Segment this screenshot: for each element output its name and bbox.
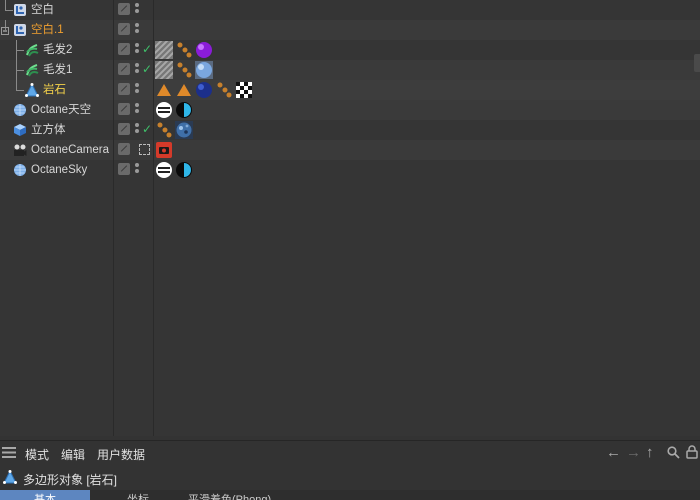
visibility-toggle[interactable] [118,63,130,75]
search-icon[interactable] [667,446,680,459]
render-dots-toggle[interactable] [135,63,139,77]
object-row-null-1[interactable]: 空白.1 [0,20,700,40]
object-row-octane-sky-cn[interactable]: Octane天空 [0,100,700,120]
render-dots-toggle[interactable] [135,23,139,37]
null-object-icon [14,24,26,36]
material-tag-textured-icon[interactable] [175,121,193,139]
polygon-object-icon [25,83,39,97]
sky-icon [14,104,26,116]
enabled-check-icon[interactable]: ✓ [142,62,152,76]
visibility-toggle[interactable] [118,23,130,35]
tab-basic[interactable]: 基本 [0,490,90,500]
null-object-icon [14,4,26,16]
object-row-octane-camera[interactable]: OctaneCamera [0,140,700,160]
environment-tag-icon[interactable] [155,101,173,119]
triangle-tag-icon[interactable] [155,81,173,99]
visibility-toggle[interactable] [118,143,130,155]
visibility-toggle[interactable] [118,103,130,115]
object-name: 空白 [31,4,54,16]
object-row-hair-1[interactable]: 毛发1 ✓ [0,60,700,80]
hamburger-menu-icon[interactable] [2,447,16,458]
object-row-rock[interactable]: 岩石 [0,80,700,100]
enabled-check-icon[interactable]: ✓ [142,122,152,136]
hair-icon [26,64,39,77]
up-arrow-icon[interactable]: ↑ [646,445,654,460]
object-name: 毛发2 [43,44,73,56]
triangle-tag-icon[interactable] [175,81,193,99]
tab-coordinates[interactable]: 坐标 [100,490,176,500]
enabled-check-icon[interactable]: ✓ [142,42,152,56]
hair-material-tag-icon[interactable] [155,61,173,79]
render-dots-toggle[interactable] [135,43,139,57]
checker-tag-icon[interactable] [235,81,253,99]
attribute-manager-toolbar: 模式 编辑 用户数据 ← → ↑ [0,440,700,465]
render-dots-toggle[interactable] [135,163,139,177]
material-tag-purple-icon[interactable] [195,41,213,59]
protection-tag-icon[interactable] [139,144,150,155]
render-dots-toggle[interactable] [135,103,139,117]
object-title: 多边形对象 [岩石] [23,473,118,487]
polygon-object-icon [3,470,17,484]
object-row-null[interactable]: 空白 [0,0,700,20]
visibility-toggle[interactable] [118,163,130,175]
cube-icon [14,124,26,136]
object-row-hair-2[interactable]: 毛发2 ✓ [0,40,700,60]
material-tag-darkblue-icon[interactable] [195,81,213,99]
camera-icon [14,144,27,156]
visibility-toggle[interactable] [118,3,130,15]
menu-mode[interactable]: 模式 [25,446,49,463]
octane-object-tag-icon[interactable] [175,161,193,179]
attribute-tabs: 基本 坐标 平滑着色(Phong) [0,490,700,500]
render-dots-toggle[interactable] [135,3,139,17]
visibility-toggle[interactable] [118,83,130,95]
hair-tag-icon[interactable] [175,61,193,79]
octane-object-tag-icon[interactable] [175,101,193,119]
column-divider[interactable] [113,0,114,436]
object-row-octane-sky[interactable]: OctaneSky [0,160,700,180]
collapse-icon[interactable] [1,27,9,35]
lock-icon[interactable] [686,445,698,459]
environment-tag-icon[interactable] [155,161,173,179]
visibility-toggle[interactable] [118,123,130,135]
menu-edit[interactable]: 编辑 [61,446,85,463]
menu-user-data[interactable]: 用户数据 [97,446,145,463]
object-name: 空白.1 [31,24,64,36]
object-row-cube[interactable]: 立方体 ✓ [0,120,700,140]
hair-tag-icon[interactable] [155,121,173,139]
sky-icon [14,164,26,176]
render-dots-toggle[interactable] [135,123,139,137]
attribute-manager-title: 多边形对象 [岩石] [0,466,700,488]
forward-arrow-icon[interactable]: → [626,445,641,460]
object-name: OctaneCamera [31,144,109,156]
object-manager: 空白 空白.1 毛发2 ✓ 毛发1 ✓ 岩石 Octane天空 立方体 ✓ Oc… [0,0,700,436]
object-name: 毛发1 [43,64,73,76]
hair-icon [26,44,39,57]
panel-edge-handle[interactable] [694,54,700,72]
hair-material-tag-icon[interactable] [155,41,173,59]
hair-tag-icon[interactable] [215,81,233,99]
camera-tag-icon[interactable] [155,141,173,159]
visibility-toggle[interactable] [118,43,130,55]
object-name: Octane天空 [31,104,92,116]
tab-phong[interactable]: 平滑着色(Phong) [180,490,279,500]
object-name: 岩石 [43,84,66,96]
hair-tag-icon[interactable] [175,41,193,59]
back-arrow-icon[interactable]: ← [606,445,621,460]
render-dots-toggle[interactable] [135,83,139,97]
material-tag-blue-icon[interactable] [195,61,213,79]
column-divider[interactable] [153,0,154,436]
object-name: OctaneSky [31,164,88,176]
object-name: 立方体 [31,124,66,136]
